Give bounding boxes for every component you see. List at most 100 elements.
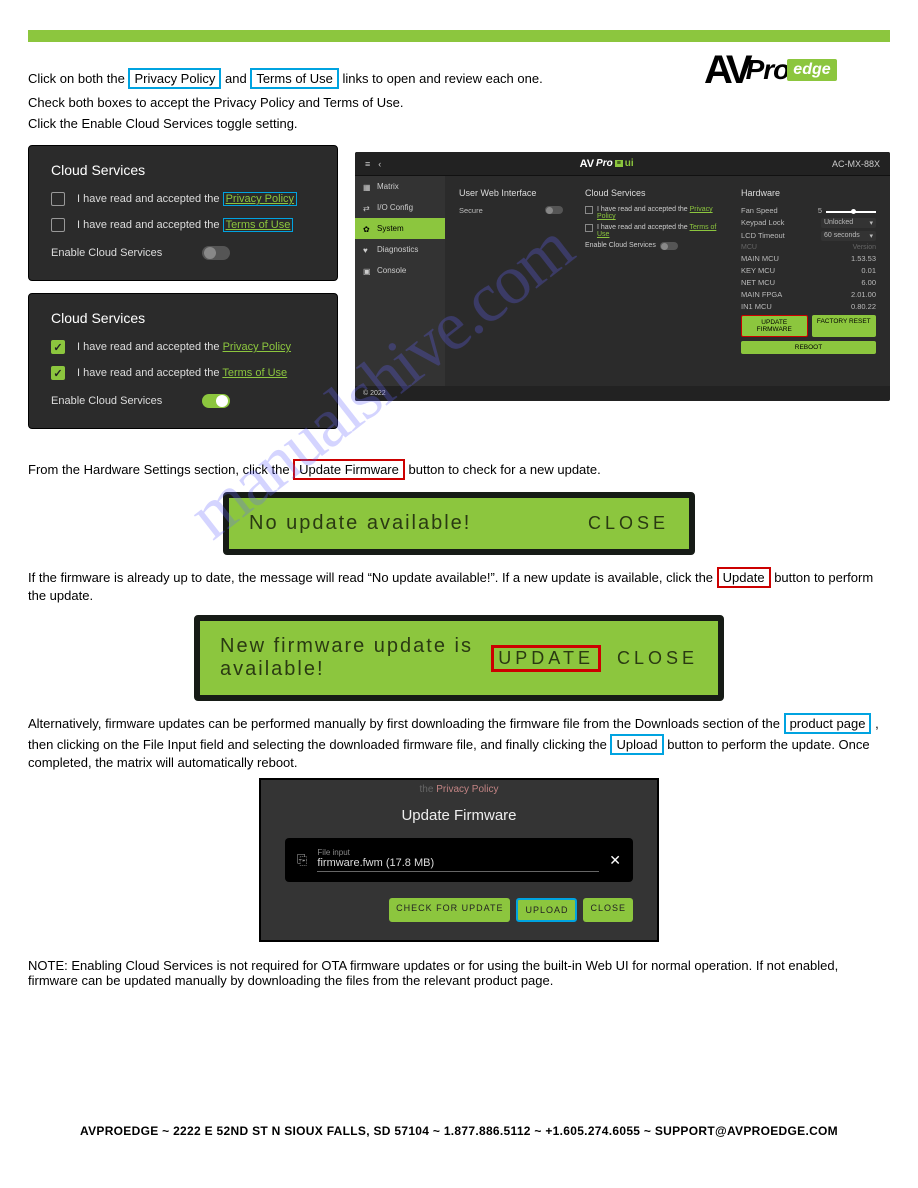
text: and bbox=[225, 71, 250, 86]
label: Console bbox=[377, 266, 406, 275]
enable-cloud-toggle[interactable] bbox=[202, 394, 230, 408]
step-3: Click on both the Privacy Policy and Ter… bbox=[28, 68, 890, 89]
text: I have read and accepted the bbox=[77, 193, 220, 205]
close-button[interactable]: CLOSE bbox=[617, 648, 698, 669]
topbar: ≡ ‹ AV Pro ≡ ui AC-MX-88X bbox=[355, 152, 890, 176]
text: I have read and accepted the bbox=[77, 341, 220, 353]
text: Alternatively, firmware updates can be p… bbox=[28, 716, 784, 731]
grid-icon: ▦ bbox=[363, 183, 371, 191]
back-icon[interactable]: ‹ bbox=[378, 159, 381, 169]
secure-row: Secure bbox=[459, 206, 563, 215]
step-6: From the Hardware Settings section, clic… bbox=[28, 459, 890, 480]
accept-tu-row: ✓ I have read and accepted the Terms of … bbox=[51, 366, 315, 380]
label: LCD Timeout bbox=[741, 231, 785, 241]
enable-label: Enable Cloud Services bbox=[51, 395, 162, 407]
nav-matrix[interactable]: ▦ Matrix bbox=[355, 176, 445, 197]
update-highlight: Update bbox=[717, 567, 771, 588]
text: If the firmware is already up to date, t… bbox=[28, 570, 717, 585]
label: Diagnostics bbox=[377, 245, 418, 254]
chevron-down-icon: ▾ bbox=[869, 219, 873, 227]
mcu-row: IN1 MCU0.80.22 bbox=[741, 302, 876, 311]
mcu-row: KEY MCU0.01 bbox=[741, 266, 876, 275]
mini-tu-row: I have read and accepted the Terms of Us… bbox=[585, 224, 719, 238]
mcu-header-row: MCU Version bbox=[741, 244, 876, 251]
fan-slider[interactable] bbox=[826, 211, 876, 213]
col-title: User Web Interface bbox=[459, 188, 563, 198]
upload-button[interactable]: UPLOAD bbox=[516, 898, 577, 922]
nav-diagnostics[interactable]: ♥Diagnostics bbox=[355, 239, 445, 260]
label: System bbox=[377, 224, 404, 233]
accept-pp-row: ✓ I have read and accepted the Privacy P… bbox=[51, 340, 315, 354]
gear-icon: ✿ bbox=[363, 225, 371, 233]
checkbox[interactable] bbox=[585, 206, 593, 214]
col-title: Hardware bbox=[741, 188, 876, 198]
nav-ioconfig[interactable]: ⇄ I/O Config bbox=[355, 197, 445, 218]
accept-pp-checkbox[interactable] bbox=[51, 192, 65, 206]
factory-reset-button[interactable]: FACTORY RESET bbox=[812, 315, 877, 337]
mcu-hdr: MCU bbox=[741, 244, 757, 251]
file-input[interactable]: ⎘ File input firmware.fwm (17.8 MB) ✕ bbox=[285, 838, 633, 882]
cloud-services-panel-unchecked: Cloud Services I have read and accepted … bbox=[28, 145, 338, 281]
accept-tu-checkbox[interactable] bbox=[51, 218, 65, 232]
label: I have read and accepted the Privacy Pol… bbox=[597, 206, 719, 220]
label: I have read and accepted the Terms of Us… bbox=[77, 219, 293, 231]
accept-tu-checkbox[interactable]: ✓ bbox=[51, 366, 65, 380]
note-text: NOTE: Enabling Cloud Services is not req… bbox=[28, 958, 890, 988]
file-input-value: firmware.fwm (17.8 MB) bbox=[317, 857, 599, 872]
label: I have read and accepted the Privacy Pol… bbox=[77, 193, 297, 205]
label: Secure bbox=[459, 206, 483, 215]
logo-pro: Pro bbox=[596, 158, 613, 169]
brand: AV Pro ≡ ui bbox=[580, 158, 634, 170]
terminal-icon: ▣ bbox=[363, 267, 371, 275]
menu-icon[interactable]: ≡ bbox=[365, 159, 370, 169]
sys-footer: © 2022 bbox=[355, 386, 890, 401]
reboot-button[interactable]: REBOOT bbox=[741, 341, 876, 354]
close-button[interactable]: CLOSE bbox=[588, 513, 669, 534]
privacy-policy-link[interactable]: Privacy Policy bbox=[223, 192, 297, 206]
attachment-icon: ⎘ bbox=[297, 852, 307, 868]
label: Matrix bbox=[377, 182, 399, 191]
text: From the Hardware Settings section, clic… bbox=[28, 462, 293, 477]
lcd-row: LCD Timeout 60 seconds▾ bbox=[741, 231, 876, 241]
update-button[interactable]: UPDATE bbox=[491, 645, 601, 672]
upload-highlight: Upload bbox=[610, 734, 663, 755]
lcd-select[interactable]: 60 seconds▾ bbox=[821, 231, 876, 241]
check-icon: ✓ bbox=[53, 341, 62, 354]
swap-icon: ⇄ bbox=[363, 204, 371, 212]
page-footer: AVPROEDGE ~ 2222 E 52ND ST N SIOUX FALLS… bbox=[0, 1124, 918, 1138]
enable-cloud-row: Enable Cloud Services bbox=[51, 394, 315, 408]
label: Enable Cloud Services bbox=[585, 242, 656, 249]
keypad-select[interactable]: Unlocked▾ bbox=[821, 218, 876, 228]
check-for-update-button[interactable]: CHECK FOR UPDATE bbox=[389, 898, 510, 922]
nav-system[interactable]: ✿ System bbox=[355, 218, 445, 239]
label: I/O Config bbox=[377, 203, 413, 212]
close-button[interactable]: CLOSE bbox=[583, 898, 633, 922]
mini-pp-row: I have read and accepted the Privacy Pol… bbox=[585, 206, 719, 220]
step-4: Check both boxes to accept the Privacy P… bbox=[28, 95, 890, 110]
label: Fan Speed bbox=[741, 206, 778, 215]
terms-of-use-link[interactable]: Terms of Use bbox=[223, 218, 294, 232]
enable-label: Enable Cloud Services bbox=[51, 247, 162, 259]
product-page-highlight: product page bbox=[784, 713, 872, 734]
dim-top-strip: the Privacy Policy bbox=[261, 784, 657, 795]
mcu-row: NET MCU6.00 bbox=[741, 278, 876, 287]
step-8: Alternatively, firmware updates can be p… bbox=[28, 713, 890, 770]
checkbox[interactable] bbox=[585, 224, 593, 232]
clear-file-icon[interactable]: ✕ bbox=[609, 852, 621, 869]
terms-of-use-link[interactable]: Terms of Use bbox=[222, 367, 287, 379]
nav-console[interactable]: ▣ Console bbox=[355, 260, 445, 281]
enable-toggle[interactable] bbox=[660, 242, 678, 250]
secure-toggle[interactable] bbox=[545, 206, 563, 214]
col-title: Cloud Services bbox=[585, 188, 719, 198]
mcu-row: MAIN FPGA2.01.00 bbox=[741, 290, 876, 299]
enable-cloud-toggle[interactable] bbox=[202, 246, 230, 260]
file-input-label: File input bbox=[317, 848, 599, 857]
privacy-policy-link[interactable]: Privacy Policy bbox=[223, 341, 291, 353]
update-firmware-button[interactable]: UPDATE FIRMWARE bbox=[741, 315, 808, 337]
user-web-interface-col: User Web Interface Secure bbox=[451, 182, 571, 380]
text: Click on both the bbox=[28, 71, 128, 86]
new-update-callout: New firmware update is available! UPDATE… bbox=[194, 615, 724, 701]
text: I have read and accepted the bbox=[77, 219, 220, 231]
accept-pp-checkbox[interactable]: ✓ bbox=[51, 340, 65, 354]
label: I have read and accepted the Terms of Us… bbox=[597, 224, 719, 238]
